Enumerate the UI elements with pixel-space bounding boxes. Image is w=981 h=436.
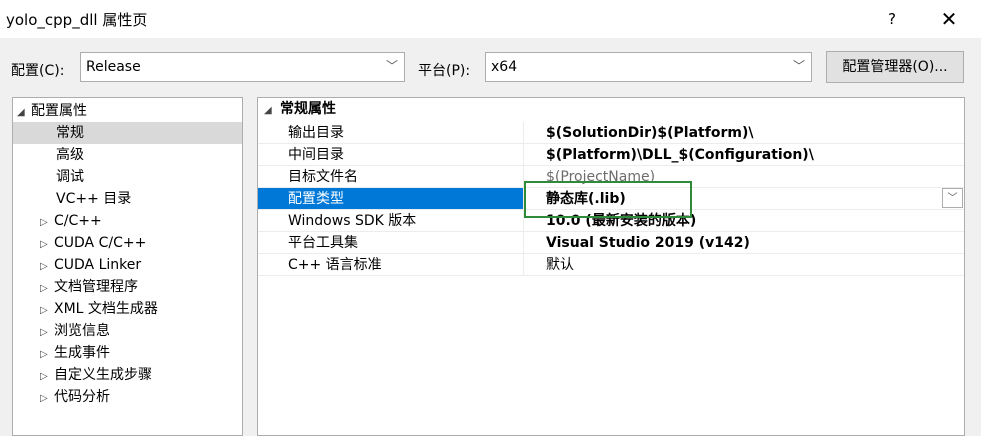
platform-dropdown[interactable]: x64 ﹀ <box>485 52 812 82</box>
help-button[interactable]: ? <box>872 4 912 34</box>
expand-triangle-icon[interactable]: ▷ <box>40 344 54 366</box>
tree-item-advanced[interactable]: 高级 <box>56 144 84 166</box>
tree-item-cuda-c-cpp[interactable]: ▷ CUDA C/C++ <box>40 232 146 254</box>
tree-item-custom-build-step[interactable]: ▷ 自定义生成步骤 <box>40 364 152 386</box>
tree-item-label: 配置属性 <box>31 103 87 119</box>
highlight-annotation-box <box>524 181 692 218</box>
tree-item-cuda-linker[interactable]: ▷ CUDA Linker <box>40 254 141 276</box>
tree-item-xml-doc-generator[interactable]: ▷ XML 文档生成器 <box>40 298 158 320</box>
tree-item-build-events[interactable]: ▷ 生成事件 <box>40 342 110 364</box>
tree-item-label: 代码分析 <box>54 389 110 405</box>
property-value[interactable]: 默认 <box>524 254 964 276</box>
property-name: C++ 语言标准 <box>258 254 524 276</box>
platform-label: 平台(P): <box>418 63 471 79</box>
expand-triangle-icon[interactable]: ▷ <box>40 256 54 278</box>
tree-item-label: CUDA C/C++ <box>54 235 147 251</box>
tree-item-vc-directories[interactable]: VC++ 目录 <box>56 188 131 210</box>
property-tree[interactable]: ◢ 配置属性 常规 高级 调试 VC++ 目录 ▷ C/C++ ▷ CUDA C/C+… <box>12 97 243 436</box>
expand-triangle-icon[interactable]: ▷ <box>40 366 54 388</box>
tree-item-browse-info[interactable]: ▷ 浏览信息 <box>40 320 110 342</box>
tree-item-label: 自定义生成步骤 <box>54 367 152 383</box>
tree-item-general[interactable]: 常规 <box>13 122 242 144</box>
tree-root-configuration-properties[interactable]: ◢ 配置属性 <box>17 100 87 122</box>
tree-item-label: 常规 <box>56 125 84 141</box>
expand-triangle-icon[interactable]: ▷ <box>40 234 54 256</box>
chevron-down-icon: ﹀ <box>792 59 805 73</box>
configuration-label: 配置(C): <box>11 63 65 79</box>
chevron-down-icon[interactable]: ﹀ <box>942 188 963 208</box>
expand-triangle-icon[interactable]: ▷ <box>40 278 54 300</box>
property-value[interactable]: $(SolutionDir)$(Platform)\ <box>524 122 964 144</box>
window-title: yolo_cpp_dll 属性页 <box>6 11 148 29</box>
tree-item-label: C/C++ <box>54 213 102 229</box>
collapse-triangle-icon[interactable]: ◢ <box>264 100 280 122</box>
tree-item-manifest-tool[interactable]: ▷ 文档管理程序 <box>40 276 138 298</box>
property-value[interactable]: Visual Studio 2019 (v142) <box>524 232 964 254</box>
tree-item-label: 调试 <box>56 169 84 185</box>
tree-item-c-cpp[interactable]: ▷ C/C++ <box>40 210 102 232</box>
property-row-cpp-language-standard[interactable]: C++ 语言标准 默认 <box>258 254 964 276</box>
configuration-manager-button[interactable]: 配置管理器(O)... <box>826 51 964 83</box>
expand-triangle-icon[interactable]: ▷ <box>40 388 54 410</box>
expand-triangle-icon[interactable]: ▷ <box>40 212 54 234</box>
property-row-output-directory[interactable]: 输出目录 $(SolutionDir)$(Platform)\ <box>258 122 964 144</box>
tree-item-label: VC++ 目录 <box>56 191 132 207</box>
tree-item-debugging[interactable]: 调试 <box>56 166 84 188</box>
property-name: Windows SDK 版本 <box>258 210 524 232</box>
title-bar: yolo_cpp_dll 属性页 ? ✕ <box>0 0 981 38</box>
configuration-value: Release <box>86 59 141 75</box>
expand-triangle-icon[interactable]: ▷ <box>40 322 54 344</box>
property-row-platform-toolset[interactable]: 平台工具集 Visual Studio 2019 (v142) <box>258 232 964 254</box>
property-name: 配置类型 <box>258 188 524 210</box>
property-name: 平台工具集 <box>258 232 524 254</box>
property-value[interactable]: $(Platform)\DLL_$(Configuration)\ <box>524 144 964 166</box>
collapse-triangle-icon[interactable]: ◢ <box>17 102 31 124</box>
tree-item-label: 浏览信息 <box>54 323 110 339</box>
expand-triangle-icon[interactable]: ▷ <box>40 300 54 322</box>
property-row-intermediate-directory[interactable]: 中间目录 $(Platform)\DLL_$(Configuration)\ <box>258 144 964 166</box>
platform-value: x64 <box>491 59 518 75</box>
property-name: 目标文件名 <box>258 166 524 188</box>
close-button[interactable]: ✕ <box>928 4 970 34</box>
property-grid[interactable]: ◢ 常规属性 输出目录 $(SolutionDir)$(Platform)\ 中间… <box>257 97 965 436</box>
section-header-general-properties[interactable]: ◢ 常规属性 <box>258 98 964 120</box>
property-name: 输出目录 <box>258 122 524 144</box>
tree-item-label: CUDA Linker <box>54 257 142 273</box>
chevron-down-icon: ﹀ <box>385 59 398 73</box>
tree-item-code-analysis[interactable]: ▷ 代码分析 <box>40 386 110 408</box>
property-name: 中间目录 <box>258 144 524 166</box>
tree-item-label: 文档管理程序 <box>54 279 138 295</box>
tree-item-label: 生成事件 <box>54 345 110 361</box>
configuration-dropdown[interactable]: Release ﹀ <box>80 52 405 82</box>
tree-item-label: XML 文档生成器 <box>54 301 158 317</box>
tree-item-label: 高级 <box>56 147 84 163</box>
section-title: 常规属性 <box>280 101 336 117</box>
